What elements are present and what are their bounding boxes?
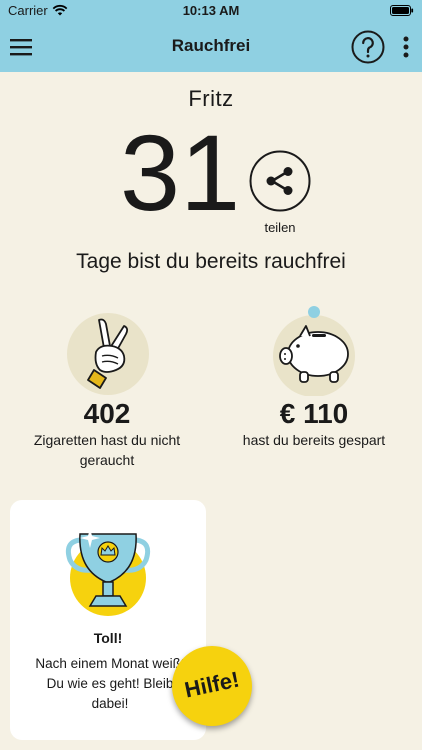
cigarettes-label-line2: geraucht <box>79 452 135 468</box>
help-button-label: Hilfe! <box>182 666 242 703</box>
share-icon[interactable] <box>249 150 311 212</box>
cigarettes-label: Zigaretten hast du nicht geraucht <box>7 430 207 470</box>
cigarettes-label-line1: Zigaretten hast du nicht <box>33 432 181 448</box>
more-icon[interactable] <box>400 35 412 59</box>
status-bar: Carrier 10:13 AM <box>0 0 422 22</box>
achievement-title: Toll! <box>93 630 123 646</box>
help-icon[interactable] <box>351 30 385 64</box>
cigarettes-value: 402 <box>83 398 131 429</box>
savings-label: hast du bereits gespart <box>242 432 386 448</box>
savings-value: € 110 <box>279 398 349 429</box>
days-counter: 31 <box>120 112 241 233</box>
piggy-bank-icon <box>273 306 355 396</box>
achievement-text-line1: Nach einem Monat weißt <box>35 656 185 671</box>
nav-bar: Rauchfrei <box>0 22 422 72</box>
days-tagline: Tage bist du bereits rauchfrei <box>76 250 346 273</box>
trophy-icon <box>65 528 151 616</box>
peace-hand-icon <box>67 313 149 395</box>
help-button[interactable]: Hilfe! <box>172 646 252 726</box>
user-name: Fritz <box>188 86 234 111</box>
clock: 10:13 AM <box>182 3 240 18</box>
battery-icon <box>390 5 414 16</box>
share-label[interactable]: teilen <box>249 220 311 235</box>
